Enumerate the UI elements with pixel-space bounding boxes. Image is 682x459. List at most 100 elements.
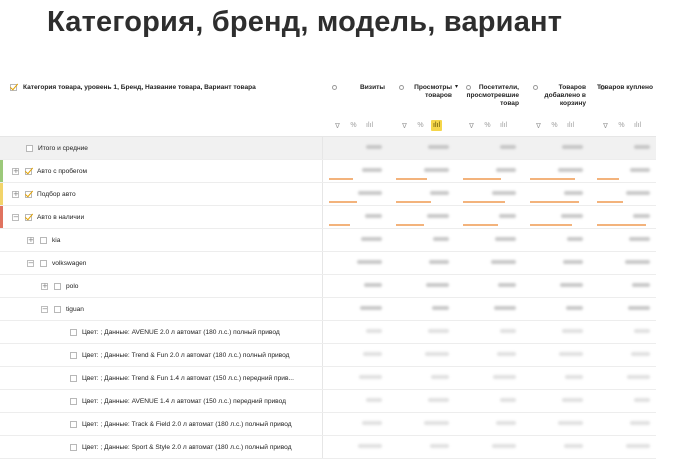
totals-row[interactable]: Итого и средние <box>0 137 656 160</box>
blurred-value <box>625 260 650 264</box>
row-label: Цвет: ; Данные: Sport & Style 2.0 л авто… <box>82 443 292 451</box>
chart-icon[interactable]: ılıl <box>364 120 375 131</box>
metric-column-title[interactable]: Товаров куплено <box>590 84 653 92</box>
percent-icon[interactable]: % <box>482 120 493 131</box>
share-bar <box>463 224 498 226</box>
filter-icon[interactable]: ∇ <box>466 120 477 131</box>
expand-icon[interactable]: + <box>12 190 19 198</box>
table-row[interactable]: Цвет: ; Данные: Trend & Fun 1.4 л автома… <box>0 367 656 390</box>
row-checkbox[interactable] <box>25 167 32 175</box>
expand-icon[interactable]: + <box>41 282 48 290</box>
blurred-value <box>558 168 583 172</box>
blurred-value <box>562 329 583 333</box>
chart-icon[interactable]: ılıl <box>565 120 576 131</box>
blurred-value <box>496 168 516 172</box>
row-label-cell: + polo <box>41 275 78 297</box>
blurred-value <box>500 329 516 333</box>
row-label-cell: + kia <box>27 229 60 251</box>
table-row[interactable]: − Авто в наличии <box>0 206 656 229</box>
row-checkbox[interactable] <box>70 443 77 451</box>
row-label: Авто с пробегом <box>37 167 88 175</box>
blurred-value <box>362 421 382 425</box>
row-checkbox[interactable] <box>40 236 47 244</box>
blurred-value <box>428 329 449 333</box>
share-bar <box>396 224 424 226</box>
blurred-value <box>564 191 583 195</box>
percent-icon[interactable]: % <box>415 120 426 131</box>
share-bar <box>329 201 357 203</box>
blurred-value <box>626 191 650 195</box>
row-label: Цвет: ; Данные: Track & Field 2.0 л авто… <box>82 420 292 428</box>
dimension-header[interactable]: Категория товара, уровень 1, Бренд, Назв… <box>10 84 256 91</box>
table-row[interactable]: + Авто с пробегом <box>0 160 656 183</box>
metric-column-header[interactable]: Товаров куплено ∇% ılıl <box>590 78 657 136</box>
metric-column-header[interactable]: Посетители, просмотревшие товар ∇% ılıl <box>456 78 523 136</box>
metric-column-header[interactable]: Просмотры товаров ▾ ∇% ılıl <box>389 78 458 136</box>
table-row[interactable]: Цвет: ; Данные: AVENUE 2.0 л автомат (18… <box>0 321 656 344</box>
chart-icon[interactable]: ılıl <box>431 120 442 131</box>
blurred-value <box>633 214 650 218</box>
filter-icon[interactable]: ∇ <box>332 120 343 131</box>
collapse-icon[interactable]: − <box>12 213 19 221</box>
metric-column-header[interactable]: Визиты ∇% ılıl <box>322 78 389 136</box>
chart-icon[interactable]: ılıl <box>632 120 643 131</box>
metric-values <box>322 137 657 159</box>
percent-icon[interactable]: % <box>348 120 359 131</box>
row-checkbox[interactable] <box>26 144 33 152</box>
table-row[interactable]: + Подбор авто <box>0 183 656 206</box>
table-row[interactable]: Цвет: ; Данные: Sport & Style 2.0 л авто… <box>0 436 656 459</box>
blurred-value <box>567 237 583 241</box>
dimension-checkbox[interactable] <box>10 84 17 91</box>
metric-values <box>322 321 657 343</box>
percent-icon[interactable]: % <box>549 120 560 131</box>
blurred-value <box>358 191 382 195</box>
table-row[interactable]: + polo <box>0 275 656 298</box>
table-row[interactable]: Цвет: ; Данные: Trend & Fun 2.0 л автома… <box>0 344 656 367</box>
filter-icon[interactable]: ∇ <box>600 120 611 131</box>
metric-tools: ∇% ılıl <box>533 120 576 131</box>
row-label-cell: + Подбор авто <box>12 183 76 205</box>
row-checkbox[interactable] <box>70 374 77 382</box>
blurred-value <box>634 329 650 333</box>
table-row[interactable]: − tiguan <box>0 298 656 321</box>
table-row[interactable]: − volkswagen <box>0 252 656 275</box>
collapse-icon[interactable]: − <box>27 259 34 267</box>
table-row[interactable]: Цвет: ; Данные: AVENUE 1.4 л автомат (15… <box>0 390 656 413</box>
metric-values <box>322 298 657 320</box>
metric-column-header[interactable]: Товаров добавлено в корзину ∇% ılıl <box>523 78 590 136</box>
blurred-value <box>427 214 449 218</box>
row-checkbox[interactable] <box>54 282 61 290</box>
row-label: Авто в наличии <box>37 213 85 221</box>
row-checkbox[interactable] <box>25 190 32 198</box>
row-label: Цвет: ; Данные: Trend & Fun 2.0 л автома… <box>82 351 290 359</box>
row-checkbox[interactable] <box>70 397 77 405</box>
blurred-value <box>424 168 449 172</box>
collapse-icon[interactable]: − <box>41 305 48 313</box>
dimension-header-label: Категория товара, уровень 1, Бренд, Назв… <box>23 84 256 91</box>
expand-icon[interactable]: + <box>12 167 19 175</box>
row-checkbox[interactable] <box>70 351 77 359</box>
metric-column-title[interactable]: Товаров добавлено в корзину <box>523 84 586 108</box>
row-checkbox[interactable] <box>54 305 61 313</box>
metric-column-title[interactable]: Просмотры товаров <box>389 84 452 100</box>
filter-icon[interactable]: ∇ <box>533 120 544 131</box>
table-row[interactable]: + kia <box>0 229 656 252</box>
metric-header-area: Визиты ∇% ılıl Просмотры товаров ▾ ∇% ılıl Пос… <box>322 78 656 136</box>
row-label: kia <box>52 236 61 244</box>
percent-icon[interactable]: % <box>616 120 627 131</box>
row-label: tiguan <box>66 305 84 313</box>
metric-values <box>322 275 657 297</box>
blurred-value <box>359 375 382 379</box>
expand-icon[interactable]: + <box>27 236 34 244</box>
chart-icon[interactable]: ılıl <box>498 120 509 131</box>
metric-column-title[interactable]: Посетители, просмотревшие товар <box>456 84 519 108</box>
row-checkbox[interactable] <box>70 420 77 428</box>
blurred-value <box>426 283 449 287</box>
table-row[interactable]: Цвет: ; Данные: Track & Field 2.0 л авто… <box>0 413 656 436</box>
filter-icon[interactable]: ∇ <box>399 120 410 131</box>
row-checkbox[interactable] <box>25 213 32 221</box>
metric-tools: ∇% ılıl <box>399 120 442 131</box>
row-checkbox[interactable] <box>40 259 47 267</box>
metric-column-title[interactable]: Визиты <box>322 84 385 92</box>
row-checkbox[interactable] <box>70 328 77 336</box>
